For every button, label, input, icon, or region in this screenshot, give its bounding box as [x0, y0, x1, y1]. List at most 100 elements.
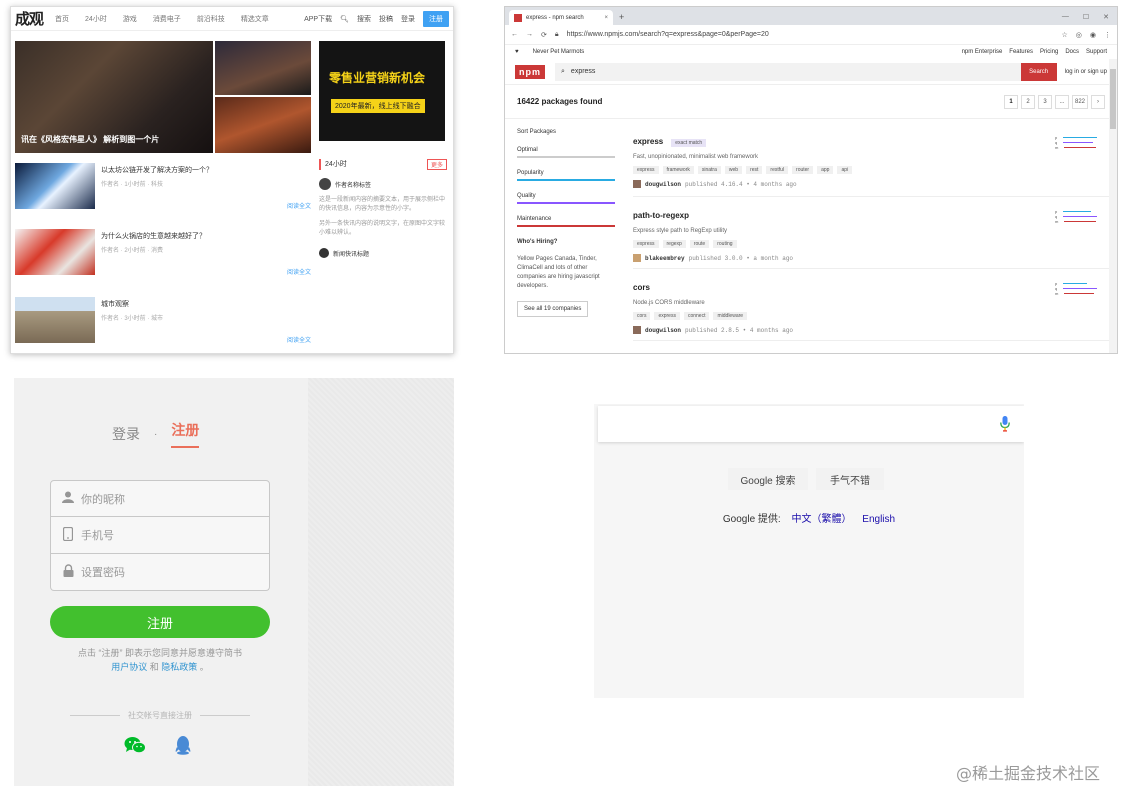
tab-register[interactable]: 注册	[171, 420, 200, 448]
link-enterprise[interactable]: npm Enterprise	[962, 49, 1003, 55]
hero-feature-image[interactable]: 讯在《风格宏伟星人》 解析到图一个片	[15, 41, 213, 153]
keyword-tag[interactable]: express	[633, 166, 659, 174]
nav-item-tech[interactable]: 前沿科技	[197, 14, 225, 24]
browser-tab[interactable]: express - npm search ×	[509, 10, 613, 25]
menu-icon[interactable]: ⋮	[1104, 31, 1111, 39]
npm-logo[interactable]: npm	[515, 64, 545, 79]
list-item[interactable]: 以太坊公链开发了解决方案的一个？ 作者名 · 1小时前 · 科技 阅读全文	[15, 163, 315, 211]
maximize-icon[interactable]: ☐	[1083, 13, 1089, 21]
article-thumbnail[interactable]	[15, 163, 95, 209]
keyword-tag[interactable]: connect	[683, 312, 710, 320]
heart-icon[interactable]: ♥	[515, 49, 519, 55]
qq-icon[interactable]	[174, 735, 192, 755]
back-icon[interactable]: ←	[511, 31, 518, 38]
signin-link[interactable]: log in or sign up	[1065, 69, 1107, 75]
url-input[interactable]: https://www.npmjs.com/search?q=express&p…	[567, 31, 1054, 38]
keyword-tag[interactable]: routing	[713, 240, 737, 248]
read-more-link[interactable]: 阅读全文	[287, 267, 311, 276]
avatar[interactable]	[633, 254, 641, 262]
npm-search-input[interactable]: ⌕ express	[555, 62, 1021, 81]
see-all-companies-button[interactable]: See all 19 companies	[517, 301, 589, 317]
package-name[interactable]: express	[633, 137, 663, 146]
feeling-lucky-button[interactable]: 手气不错	[816, 468, 884, 490]
keyword-tag[interactable]: middleware	[713, 312, 748, 320]
read-more-link[interactable]: 阅读全文	[287, 335, 311, 344]
sort-option-quality[interactable]: Quality	[517, 193, 615, 204]
list-item[interactable]: 城市观察 作者名 · 3小时前 · 城市 阅读全文	[15, 297, 315, 345]
mic-icon[interactable]	[1000, 416, 1010, 432]
register-button[interactable]: 注册	[423, 10, 449, 27]
keyword-tag[interactable]: restful	[766, 166, 789, 174]
link-docs[interactable]: Docs	[1065, 49, 1079, 55]
avatar[interactable]	[633, 180, 641, 188]
scrollbar[interactable]	[1109, 59, 1117, 353]
news-logo[interactable]: 成观	[15, 8, 44, 29]
link-features[interactable]: Features	[1009, 49, 1033, 55]
lang-link-en[interactable]: English	[862, 514, 895, 525]
article-title[interactable]: 以太坊公链开发了解决方案的一个？	[101, 165, 213, 175]
extension-icon[interactable]: ◎	[1076, 31, 1082, 39]
login-link[interactable]: 登录	[401, 14, 415, 24]
search-icon[interactable]: 🔍︎	[340, 15, 349, 23]
lang-link-zh-tw[interactable]: 中文（繁體）	[792, 514, 852, 525]
keyword-tag[interactable]: regexp	[662, 240, 686, 248]
article-title[interactable]: 为什么火锅店的生意越来越好了？	[101, 231, 206, 241]
minimize-icon[interactable]: —	[1062, 13, 1069, 21]
scrollbar-thumb[interactable]	[1110, 69, 1116, 129]
article-thumbnail[interactable]	[15, 297, 95, 343]
keyword-tag[interactable]: api	[837, 166, 853, 174]
keyword-tag[interactable]: express	[633, 240, 659, 248]
ad-banner[interactable]: 零售业营销新机会 2020年最新，线上线下融合	[319, 41, 445, 141]
hero-caption[interactable]: 讯在《风格宏伟星人》 解析到图一个片	[21, 134, 159, 145]
hero-side-image-2[interactable]	[215, 97, 311, 153]
user-agreement-link[interactable]: 用户协议	[111, 662, 147, 672]
side-author[interactable]: 新闻快讯标题	[333, 249, 369, 258]
profile-icon[interactable]: ◉	[1090, 31, 1096, 39]
star-icon[interactable]: ☆	[1062, 31, 1068, 39]
side-more-tag[interactable]: 更多	[426, 159, 447, 170]
tab-login[interactable]: 登录	[112, 424, 140, 444]
publisher-name[interactable]: blakeembrey	[645, 255, 685, 262]
reload-icon[interactable]: ⟳	[541, 31, 547, 39]
new-tab-icon[interactable]: +	[619, 12, 624, 22]
nav-item-games[interactable]: 游戏	[123, 14, 137, 24]
google-search-input[interactable]	[598, 406, 1024, 442]
package-name[interactable]: path-to-regexp	[633, 211, 689, 220]
avatar[interactable]	[633, 326, 641, 334]
npm-tagline[interactable]: Never Pet Marmots	[533, 49, 585, 55]
password-field[interactable]: 设置密码	[50, 554, 270, 591]
page-3[interactable]: 3	[1037, 94, 1052, 109]
page-last[interactable]: 822	[1071, 94, 1088, 109]
keyword-tag[interactable]: app	[817, 166, 834, 174]
close-window-icon[interactable]: ✕	[1103, 13, 1109, 21]
submit-link[interactable]: 投稿	[379, 14, 393, 24]
nav-item-electronics[interactable]: 消费电子	[153, 14, 181, 24]
page-1[interactable]: 1	[1003, 94, 1018, 109]
wechat-icon[interactable]	[124, 736, 146, 754]
keyword-tag[interactable]: web	[724, 166, 743, 174]
avatar[interactable]	[319, 248, 329, 258]
publisher-name[interactable]: dougwilson	[645, 181, 681, 188]
keyword-tag[interactable]: rest	[746, 166, 763, 174]
forward-icon[interactable]: →	[526, 31, 533, 38]
side-author[interactable]: 作者名称标签	[335, 180, 371, 189]
page-next[interactable]: ›	[1091, 94, 1105, 109]
search-link[interactable]: 搜索	[357, 14, 371, 24]
page-2[interactable]: 2	[1020, 94, 1035, 109]
read-more-link[interactable]: 阅读全文	[287, 201, 311, 210]
nickname-field[interactable]: 你的昵称	[50, 480, 270, 517]
keyword-tag[interactable]: sinatra	[697, 166, 721, 174]
article-thumbnail[interactable]	[15, 229, 95, 275]
close-icon[interactable]: ×	[604, 15, 608, 21]
keyword-tag[interactable]: framework	[662, 166, 694, 174]
sort-option-popularity[interactable]: Popularity	[517, 170, 615, 181]
keyword-tag[interactable]: router	[792, 166, 814, 174]
hero-side-image-1[interactable]	[215, 41, 311, 95]
link-support[interactable]: Support	[1086, 49, 1107, 55]
nav-item-24h[interactable]: 24小时	[85, 14, 107, 24]
keyword-tag[interactable]: cors	[633, 312, 651, 320]
nav-item-articles[interactable]: 精选文章	[241, 14, 269, 24]
google-search-button[interactable]: Google 搜索	[728, 468, 808, 490]
list-item[interactable]: 为什么火锅店的生意越来越好了？ 作者名 · 2小时前 · 消费 阅读全文	[15, 229, 315, 277]
privacy-policy-link[interactable]: 隐私政策	[161, 662, 197, 672]
